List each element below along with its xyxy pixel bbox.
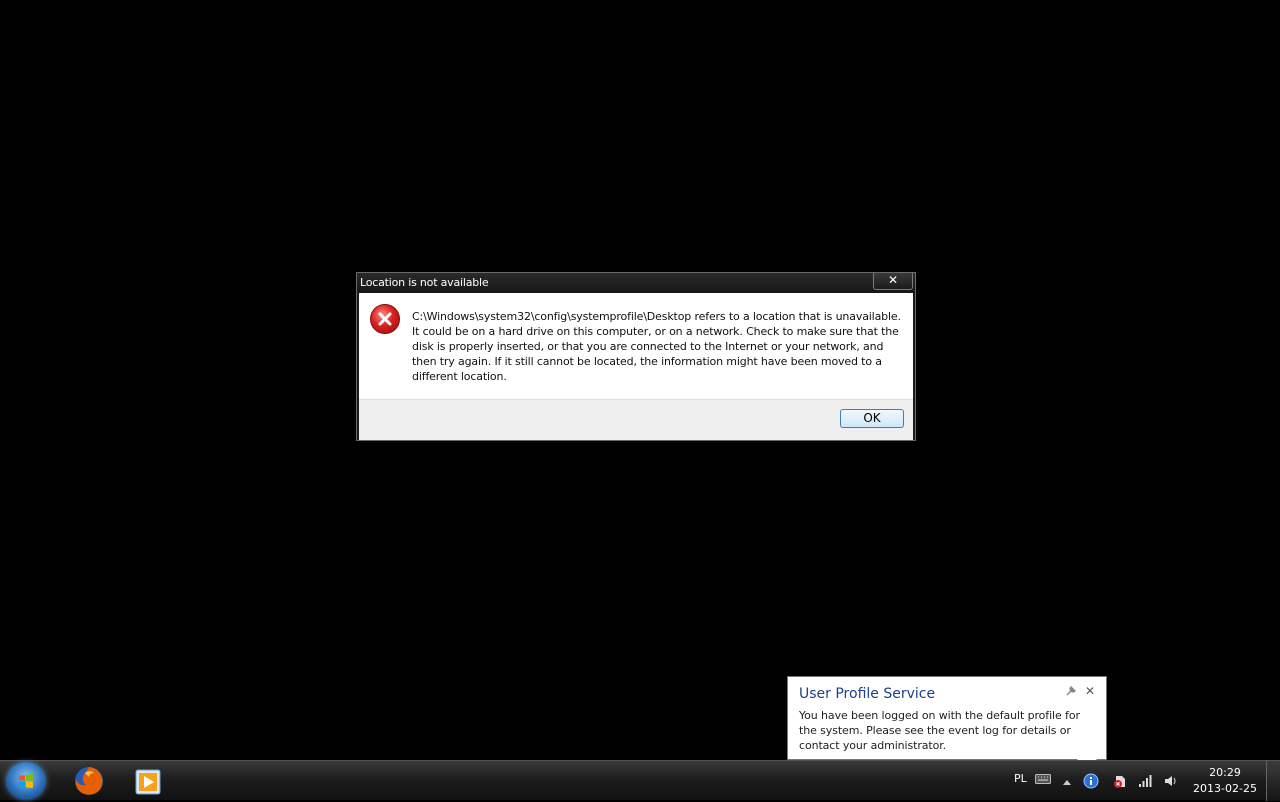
keyboard-icon[interactable] <box>1035 773 1051 788</box>
error-x-glyph <box>378 312 392 326</box>
action-center-icon[interactable] <box>1113 773 1129 792</box>
clock-time: 20:29 <box>1209 766 1241 779</box>
media-player-icon[interactable] <box>132 764 166 798</box>
dialog-titlebar[interactable]: Location is not available ✕ <box>357 273 915 293</box>
start-button[interactable] <box>6 762 46 800</box>
clock-date: 2013-02-25 <box>1193 782 1257 795</box>
settings-icon[interactable] <box>1066 685 1078 697</box>
error-dialog: Location is not available ✕ C:\Windows\s… <box>356 272 916 441</box>
ok-button[interactable]: OK <box>840 409 904 428</box>
clock[interactable]: 20:29 2013-02-25 <box>1192 765 1258 797</box>
balloon-message: You have been logged on with the default… <box>799 709 1080 752</box>
network-icon[interactable] <box>1138 773 1154 792</box>
dialog-title: Location is not available <box>360 276 489 289</box>
taskbar: PL 20:29 2013-02-25 <box>0 760 1280 801</box>
error-icon <box>370 304 400 334</box>
notification-balloon[interactable]: User Profile Service ✕ You have been log… <box>787 676 1107 769</box>
info-icon[interactable] <box>1083 773 1099 792</box>
balloon-close-button[interactable]: ✕ <box>1085 684 1097 698</box>
balloon-title: User Profile Service <box>799 686 936 702</box>
dialog-close-button[interactable]: ✕ <box>873 273 913 290</box>
show-hidden-icons-icon[interactable] <box>1062 775 1072 789</box>
language-indicator[interactable]: PL <box>1014 772 1027 785</box>
volume-icon[interactable] <box>1163 773 1179 792</box>
dialog-body: C:\Windows\system32\config\systemprofile… <box>359 293 913 399</box>
windows-logo-icon <box>19 774 33 788</box>
dialog-footer: OK <box>359 399 913 440</box>
show-desktop-button[interactable] <box>1266 761 1280 801</box>
dialog-message: C:\Windows\system32\config\systemprofile… <box>412 310 901 383</box>
firefox-icon[interactable] <box>72 764 106 798</box>
